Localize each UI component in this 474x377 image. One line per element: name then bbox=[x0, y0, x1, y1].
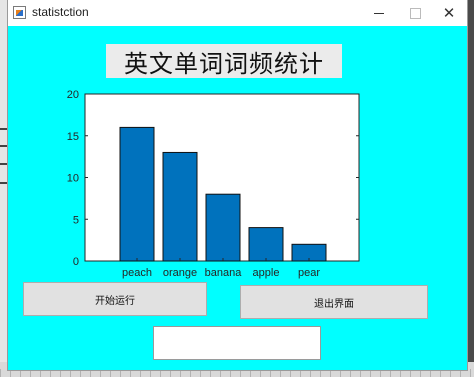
minimize-icon bbox=[374, 12, 384, 14]
matlab-app-icon bbox=[13, 6, 26, 19]
x-tick-label: apple bbox=[253, 267, 280, 279]
maximize-button[interactable] bbox=[397, 0, 433, 26]
x-tick-label: peach bbox=[122, 267, 152, 279]
bar-chart: 0 5 10 15 20 peach orange banana apple pear bbox=[67, 89, 360, 279]
bar-peach bbox=[119, 126, 155, 262]
result-display bbox=[153, 326, 321, 360]
y-tick-label: 20 bbox=[67, 89, 79, 101]
y-tick-label: 10 bbox=[67, 173, 79, 185]
exit-button[interactable]: 退出界面 bbox=[240, 285, 428, 319]
page-title: 英文单词词频统计 bbox=[106, 44, 342, 78]
title-bar: statistction ✕ bbox=[8, 0, 467, 26]
maximize-icon bbox=[409, 7, 421, 19]
start-button[interactable]: 开始运行 bbox=[23, 282, 207, 316]
bar-apple bbox=[248, 227, 284, 262]
bar-orange bbox=[162, 151, 198, 262]
y-tick-label: 0 bbox=[73, 256, 79, 268]
background-app-edge bbox=[0, 0, 8, 377]
app-window: statistction ✕ 英文单词词频统计 0 5 10 15 20 peach ora… bbox=[8, 0, 467, 370]
close-icon: ✕ bbox=[442, 4, 456, 22]
y-tick-label: 5 bbox=[73, 214, 79, 226]
window-title: statistction bbox=[32, 5, 89, 19]
minimize-button[interactable] bbox=[361, 0, 397, 26]
x-tick-label: banana bbox=[205, 267, 243, 279]
x-tick-label: pear bbox=[298, 267, 320, 279]
y-tick-label: 15 bbox=[67, 131, 79, 143]
bar-banana bbox=[205, 193, 241, 262]
close-button[interactable]: ✕ bbox=[431, 0, 467, 26]
x-tick-label: orange bbox=[163, 267, 197, 279]
